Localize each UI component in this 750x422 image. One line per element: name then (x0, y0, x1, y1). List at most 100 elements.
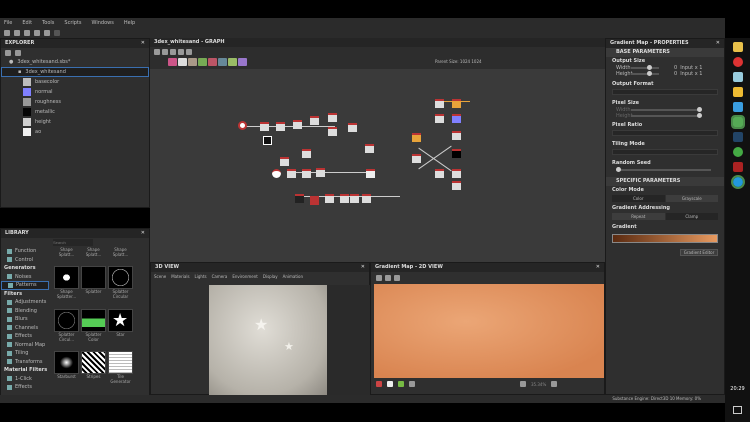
menu-help[interactable]: Help (124, 20, 135, 26)
addressing-repeat[interactable]: Repeat (612, 213, 665, 220)
width-slider[interactable] (631, 65, 659, 70)
library-item[interactable]: Splatter Circul... (54, 308, 79, 349)
app-icon[interactable] (732, 57, 743, 67)
library-category[interactable]: Effects (1, 383, 49, 392)
camera-icon[interactable] (170, 49, 176, 55)
output-item[interactable]: roughness (1, 97, 149, 107)
library-category[interactable]: Blending (1, 307, 49, 316)
camera-icon[interactable] (376, 275, 382, 281)
library-category[interactable]: Effects (1, 332, 49, 341)
library-category[interactable]: Generators (1, 264, 49, 273)
library-search-input[interactable] (53, 239, 93, 246)
2d-viewport[interactable] (374, 284, 604, 378)
pixel-width-slider[interactable] (631, 107, 702, 112)
atomic-node-icon[interactable] (178, 58, 187, 66)
chrome-icon[interactable] (732, 147, 743, 157)
settings-icon[interactable] (15, 50, 21, 56)
library-item[interactable]: Splatter Color (81, 308, 106, 349)
3d-menu-item[interactable]: Camera (212, 274, 228, 279)
menu-file[interactable]: File (4, 20, 12, 26)
library-category[interactable]: Adjustments (1, 298, 49, 307)
atomic-node-icon[interactable] (228, 58, 237, 66)
library-item[interactable]: Shape Splatt... (81, 247, 106, 264)
library-category[interactable]: 1-Click (1, 375, 49, 384)
parent-size[interactable]: Parent Size: 1024 1024 (435, 59, 482, 64)
3d-viewport[interactable]: ★ ★ (209, 285, 327, 395)
library-item[interactable]: Starburst (54, 351, 79, 391)
atomic-node-icon[interactable] (218, 58, 227, 66)
library-category[interactable]: Noises (1, 273, 49, 282)
output-format-dropdown[interactable] (612, 89, 718, 95)
height-slider[interactable] (631, 71, 659, 76)
color-mode-grayscale[interactable]: Grayscale (665, 195, 718, 202)
library-category[interactable]: Normal Map (1, 341, 49, 350)
channels-icon[interactable] (376, 381, 382, 387)
graph-item[interactable]: ▪ 3dex_whitesand (1, 67, 149, 77)
3d-menu-item[interactable]: Scene (154, 274, 166, 279)
close-icon[interactable]: ✕ (716, 39, 720, 48)
library-category[interactable]: Blurs (1, 315, 49, 324)
3d-menu-item[interactable]: Display (263, 274, 278, 279)
output-item[interactable]: metallic (1, 107, 149, 117)
library-item[interactable]: Splatter (81, 266, 106, 306)
tiling-mode-dropdown[interactable] (612, 149, 718, 155)
atomic-node-icon[interactable] (168, 58, 177, 66)
menu-windows[interactable]: Windows (92, 20, 114, 26)
library-category[interactable]: Function (1, 247, 49, 256)
copy-icon[interactable] (394, 275, 400, 281)
base-parameters-header[interactable]: BASE PARAMETERS (606, 48, 724, 57)
library-category[interactable]: Control (1, 256, 49, 265)
library-item[interactable]: Shape Splatt... (54, 247, 79, 264)
close-icon[interactable]: ✕ (141, 229, 145, 238)
new-icon[interactable] (4, 29, 10, 36)
zoom-level[interactable]: 35.34% (531, 382, 546, 387)
library-category[interactable]: Filters (1, 290, 49, 299)
color-icon[interactable] (398, 381, 404, 387)
search-icon[interactable] (178, 49, 184, 55)
close-icon[interactable]: ✕ (141, 39, 145, 48)
height-mode[interactable]: Input x 1 (680, 71, 702, 77)
gradient-editor-button[interactable]: Gradient Editor (680, 249, 718, 256)
graph-canvas[interactable] (150, 69, 605, 262)
notification-icon[interactable] (733, 406, 742, 414)
app-icon[interactable] (732, 87, 743, 97)
library-category[interactable]: Transforms (1, 358, 49, 367)
new-graph-icon[interactable] (14, 29, 20, 36)
3d-menu-item[interactable]: Materials (171, 274, 189, 279)
library-category[interactable]: Tiling (1, 349, 49, 358)
menu-tools[interactable]: Tools (42, 20, 54, 26)
library-item[interactable]: Stripes (81, 351, 106, 391)
app-icon[interactable] (730, 175, 745, 189)
3d-menu-item[interactable]: Lights (195, 274, 207, 279)
app-icon[interactable] (732, 102, 743, 112)
random-seed-slider[interactable] (616, 167, 711, 172)
tile-icon[interactable] (387, 381, 393, 387)
specific-parameters-header[interactable]: SPECIFIC PARAMETERS (606, 177, 724, 186)
output-item[interactable]: normal (1, 87, 149, 97)
app-icon[interactable] (732, 72, 743, 82)
save-icon[interactable] (5, 50, 11, 56)
output-item[interactable]: ao (1, 127, 149, 137)
lock-icon[interactable] (551, 381, 558, 387)
close-icon[interactable]: ✕ (361, 263, 365, 272)
library-category[interactable]: Material Filters (1, 366, 49, 375)
atomic-node-icon[interactable] (238, 58, 247, 66)
comment-icon[interactable] (162, 49, 168, 55)
library-category[interactable]: Patterns (1, 281, 49, 290)
color-mode-color[interactable]: Color (612, 195, 665, 202)
gradient-bar[interactable] (612, 234, 718, 243)
library-category[interactable]: Channels (1, 324, 49, 333)
pixel-height-slider[interactable] (631, 113, 702, 118)
output-item[interactable]: basecolor (1, 77, 149, 87)
library-item[interactable]: ★ Star (108, 308, 133, 349)
library-item[interactable]: Tile Generator (108, 351, 133, 391)
app-icon[interactable] (730, 115, 745, 129)
atomic-node-icon[interactable] (198, 58, 207, 66)
share-icon[interactable] (186, 49, 192, 55)
close-icon[interactable]: ✕ (596, 263, 600, 272)
app-icon[interactable] (732, 162, 743, 172)
package-item[interactable]: ● 3dex_whitesand.sbs* (1, 57, 149, 67)
3d-menu-item[interactable]: Environment (232, 274, 258, 279)
addressing-clamp[interactable]: Clamp (665, 213, 718, 220)
undo-icon[interactable] (44, 29, 50, 36)
